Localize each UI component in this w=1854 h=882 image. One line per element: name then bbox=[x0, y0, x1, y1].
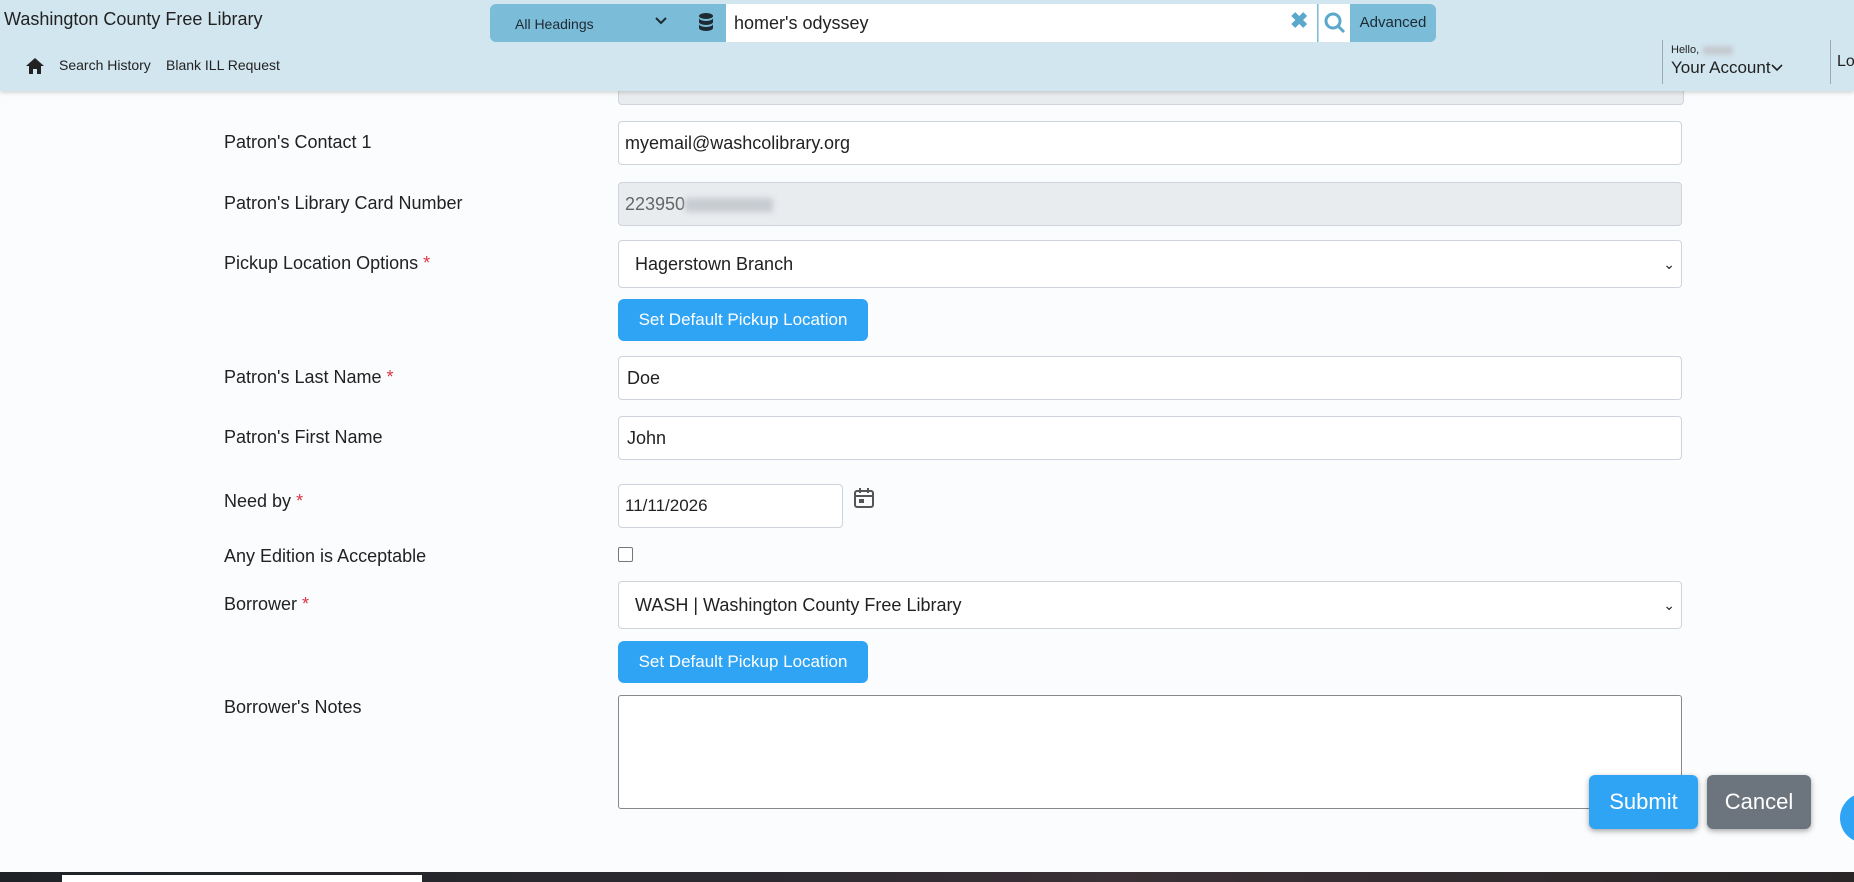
submit-button[interactable]: Submit bbox=[1589, 775, 1698, 829]
pickup-label: Pickup Location Options * bbox=[224, 253, 430, 274]
first-name-label: Patron's First Name bbox=[224, 427, 383, 447]
borrower-value: WASH | Washington County Free Library bbox=[635, 595, 962, 615]
set-default-pickup-button-2[interactable]: Set Default Pickup Location bbox=[618, 641, 868, 683]
search-input[interactable] bbox=[726, 4, 1317, 42]
need-by-label-text: Need by bbox=[224, 491, 292, 511]
last-name-field[interactable]: Doe bbox=[618, 356, 1682, 400]
nav-search-history[interactable]: Search History bbox=[59, 57, 151, 73]
borrower-notes-textarea[interactable] bbox=[618, 695, 1682, 809]
borrower-label-text: Borrower bbox=[224, 594, 298, 614]
required-marker: * bbox=[302, 594, 310, 614]
search-scope-select[interactable]: All Headings bbox=[490, 4, 680, 42]
need-by-label: Need by * bbox=[224, 491, 303, 512]
floating-action-button[interactable] bbox=[1840, 793, 1854, 843]
borrower-label: Borrower * bbox=[224, 594, 309, 615]
footer-white-block bbox=[62, 875, 422, 882]
first-name-field[interactable]: John bbox=[618, 416, 1682, 460]
hello-text: Hello, bbox=[1671, 44, 1700, 56]
account-greeting: Hello, bbox=[1671, 44, 1734, 56]
pickup-label-text: Pickup Location Options bbox=[224, 253, 419, 273]
contact1-field[interactable]: myemail@washcolibrary.org bbox=[618, 121, 1682, 165]
your-account-row: Your Account bbox=[1671, 58, 1783, 78]
card-number-value: 223950 bbox=[625, 194, 686, 214]
calendar-icon[interactable] bbox=[853, 487, 875, 509]
chevron-down-icon bbox=[655, 17, 667, 25]
borrower-select[interactable]: WASH | Washington County Free Library ⌄ bbox=[618, 581, 1682, 629]
need-by-date-field[interactable]: 11/11/2026 bbox=[618, 484, 843, 528]
borrower-notes-label: Borrower's Notes bbox=[224, 697, 362, 717]
search-icon bbox=[1324, 12, 1346, 34]
nav-blank-ill-request[interactable]: Blank ILL Request bbox=[166, 57, 280, 73]
set-default-pickup-button[interactable]: Set Default Pickup Location bbox=[618, 299, 868, 341]
logout-link-partial[interactable]: Lo bbox=[1830, 40, 1854, 84]
redacted-card-digits bbox=[685, 198, 774, 213]
top-header: Washington County Free Library All Headi… bbox=[0, 0, 1854, 91]
home-icon[interactable] bbox=[25, 57, 45, 75]
any-edition-label: Any Edition is Acceptable bbox=[224, 546, 427, 566]
chevron-down-icon: ⌄ bbox=[1663, 256, 1675, 272]
card-number-label: Patron's Library Card Number bbox=[224, 193, 463, 213]
pickup-location-value: Hagerstown Branch bbox=[635, 254, 794, 274]
redacted-user-name bbox=[1703, 45, 1734, 55]
any-edition-checkbox[interactable] bbox=[618, 547, 633, 562]
contact1-label: Patron's Contact 1 bbox=[224, 132, 372, 152]
last-name-label: Patron's Last Name * bbox=[224, 367, 394, 388]
chevron-down-icon: ⌄ bbox=[1663, 597, 1675, 613]
account-menu[interactable]: Hello, Your Account bbox=[1662, 40, 1793, 84]
database-icon[interactable] bbox=[690, 6, 722, 40]
required-marker: * bbox=[423, 253, 431, 273]
search-button[interactable] bbox=[1318, 4, 1350, 42]
required-marker: * bbox=[386, 367, 394, 387]
required-marker: * bbox=[296, 491, 304, 511]
advanced-search-button[interactable]: Advanced bbox=[1350, 4, 1436, 42]
pickup-location-select[interactable]: Hagerstown Branch ⌄ bbox=[618, 240, 1682, 288]
chevron-down-icon bbox=[1770, 64, 1783, 72]
card-number-field: 223950 bbox=[618, 182, 1682, 226]
last-name-label-text: Patron's Last Name bbox=[224, 367, 382, 387]
search-scope-label: All Headings bbox=[515, 16, 594, 32]
library-title[interactable]: Washington County Free Library bbox=[4, 9, 262, 30]
your-account-label: Your Account bbox=[1671, 58, 1771, 77]
clear-icon[interactable]: ✖ bbox=[1290, 8, 1308, 34]
cancel-button[interactable]: Cancel bbox=[1707, 775, 1811, 829]
